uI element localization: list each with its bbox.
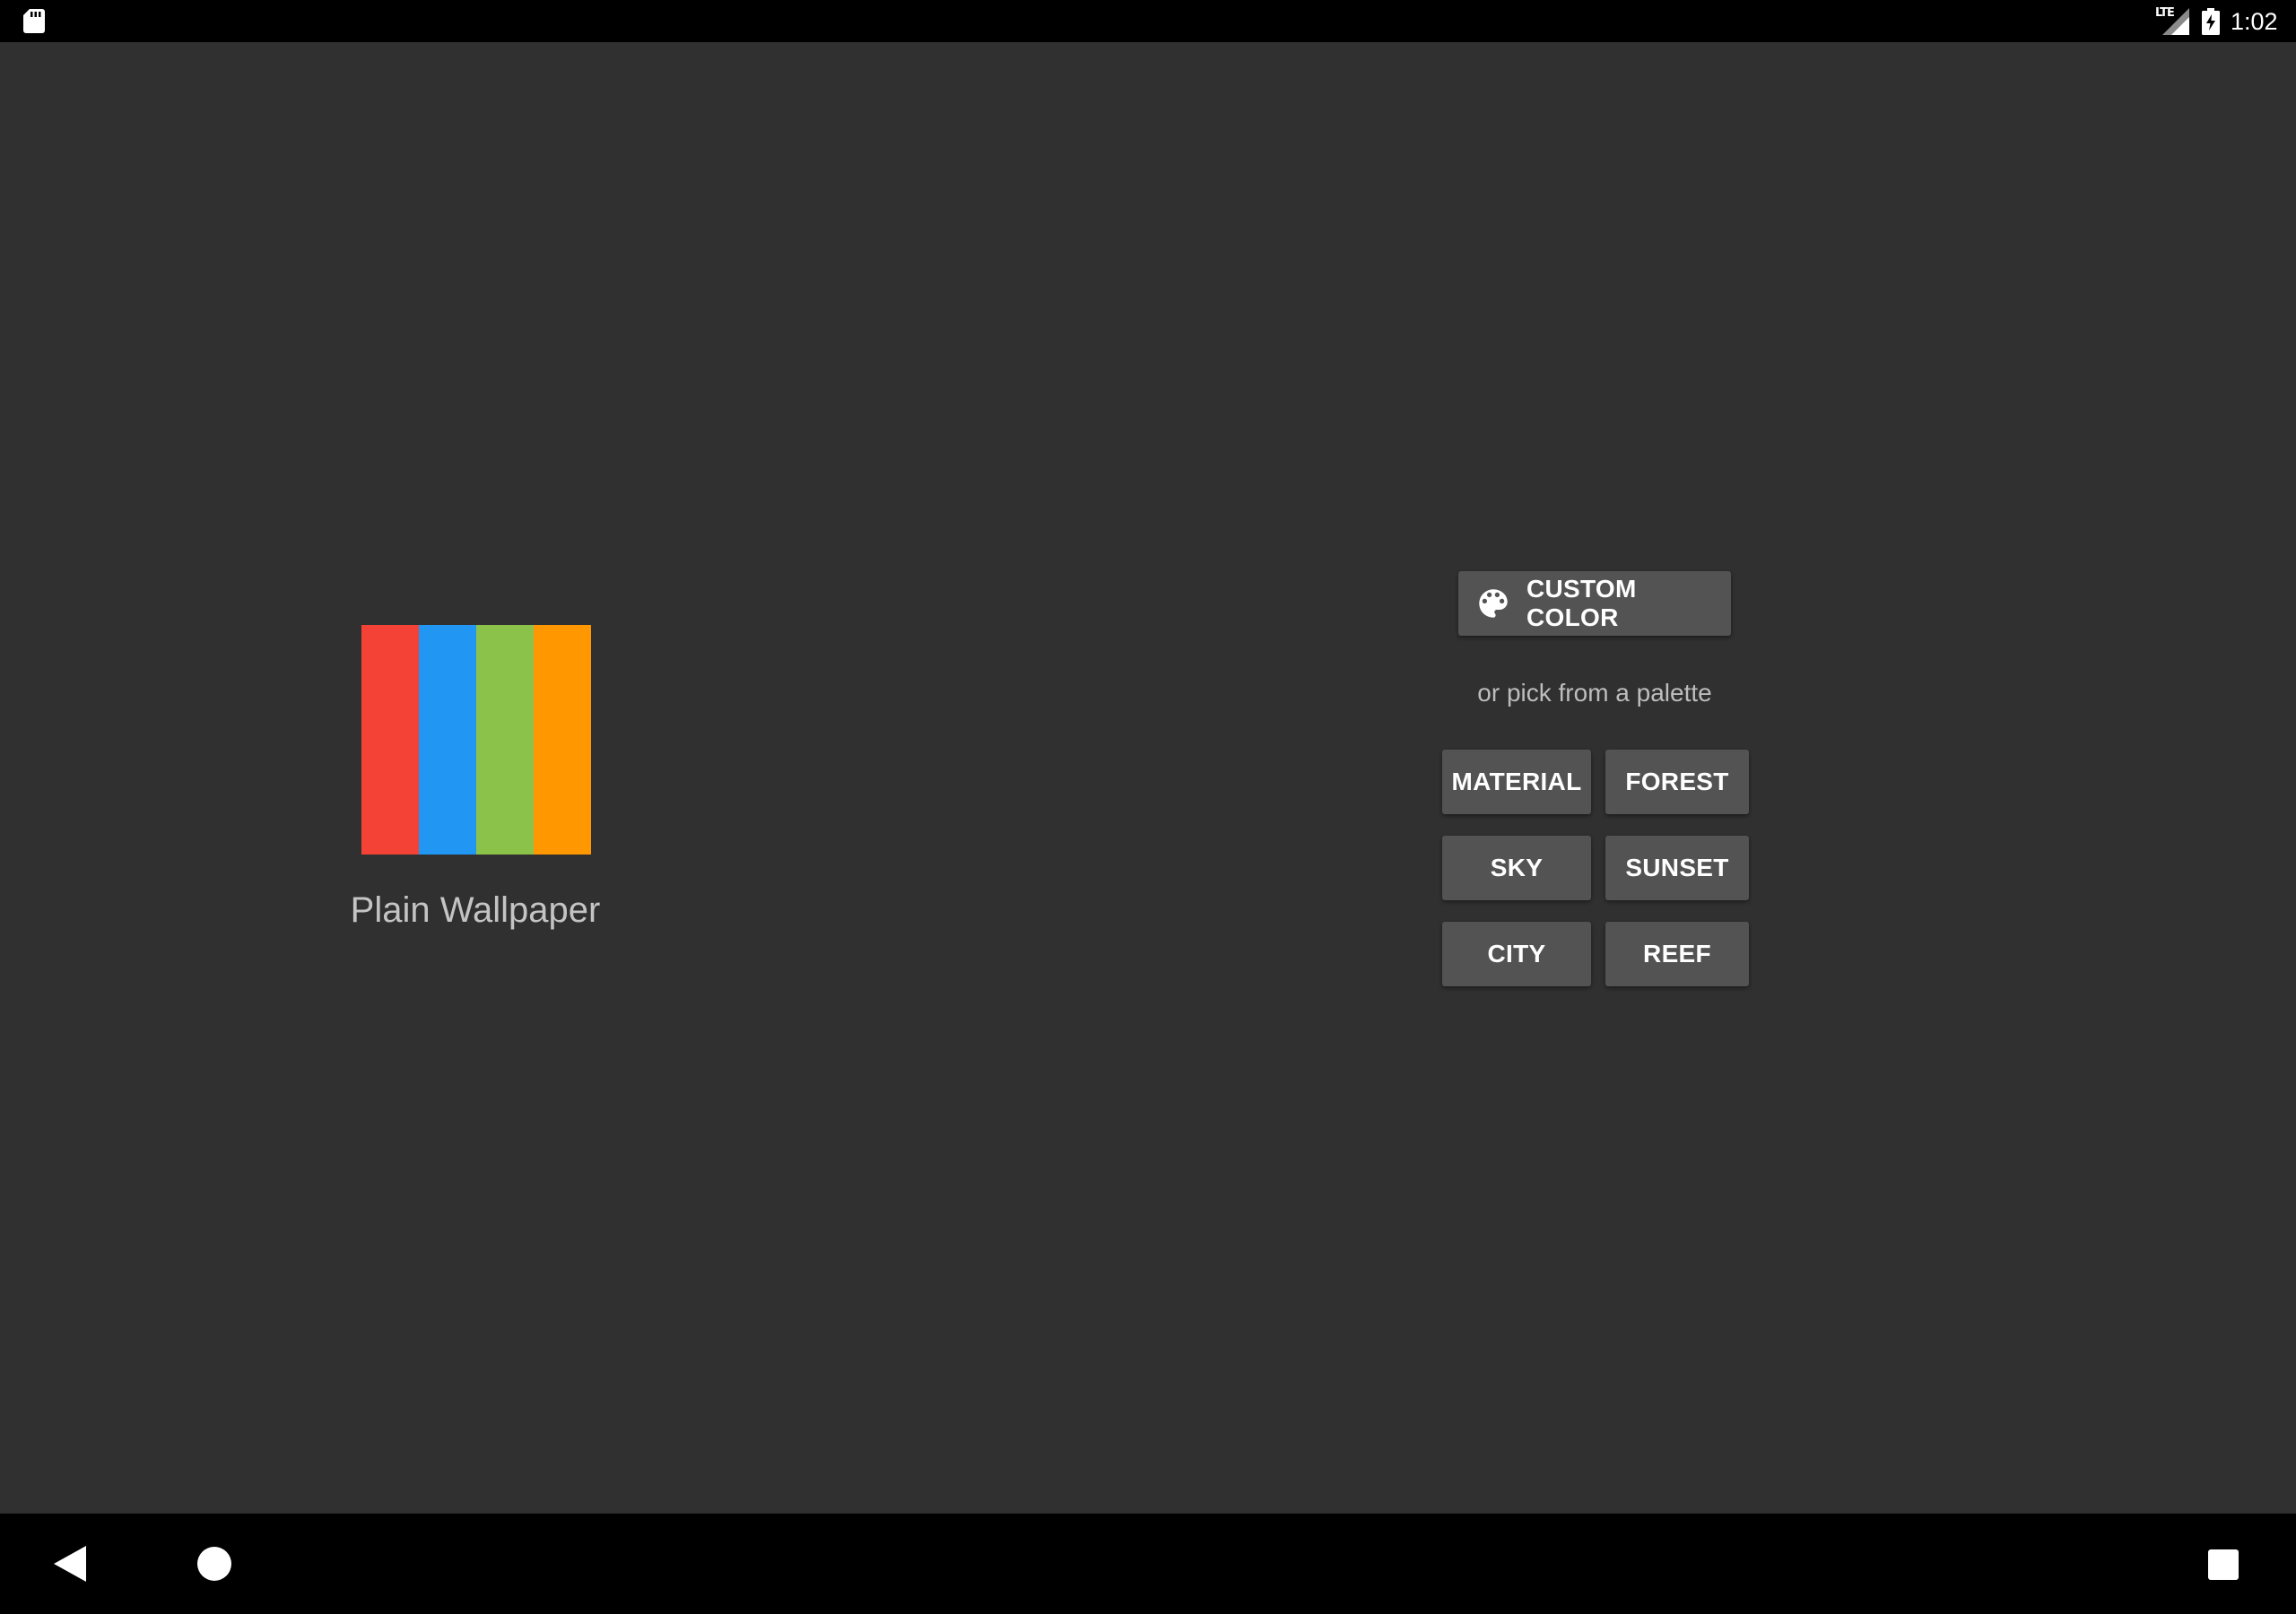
logo-stripe-2: [419, 625, 476, 855]
battery-charging-icon: [2202, 8, 2220, 35]
status-bar: LTE 1:02: [0, 0, 2296, 42]
navigation-bar: [0, 1514, 2296, 1614]
palette-button-sky[interactable]: SKY: [1442, 836, 1591, 900]
sd-card-icon: [23, 9, 45, 33]
app-logo: [361, 625, 591, 855]
logo-stripe-3: [476, 625, 534, 855]
palette-icon: [1479, 589, 1508, 618]
custom-color-label: CUSTOM COLOR: [1526, 575, 1637, 631]
back-icon[interactable]: [54, 1546, 88, 1582]
lte-signal-icon: LTE: [2155, 6, 2189, 35]
custom-color-button[interactable]: CUSTOM COLOR: [1458, 571, 1731, 636]
palette-button-reef[interactable]: REEF: [1605, 922, 1749, 986]
palette-button-sunset[interactable]: SUNSET: [1605, 836, 1749, 900]
palette-prompt: or pick from a palette: [1477, 679, 1712, 707]
app-title: Plain Wallpaper: [350, 890, 601, 930]
palette-button-city[interactable]: CITY: [1442, 922, 1591, 986]
status-clock: 1:02: [2231, 8, 2278, 35]
logo-stripe-4: [534, 625, 591, 855]
palette-button-forest[interactable]: FOREST: [1605, 750, 1749, 814]
screen: LTE 1:02 Plain Wallpaper CUSTOM COLOR or…: [0, 0, 2296, 1614]
recents-icon[interactable]: [2208, 1549, 2239, 1580]
home-icon[interactable]: [197, 1547, 231, 1581]
palette-button-material[interactable]: MATERIAL: [1442, 750, 1591, 814]
logo-stripe-1: [361, 625, 419, 855]
